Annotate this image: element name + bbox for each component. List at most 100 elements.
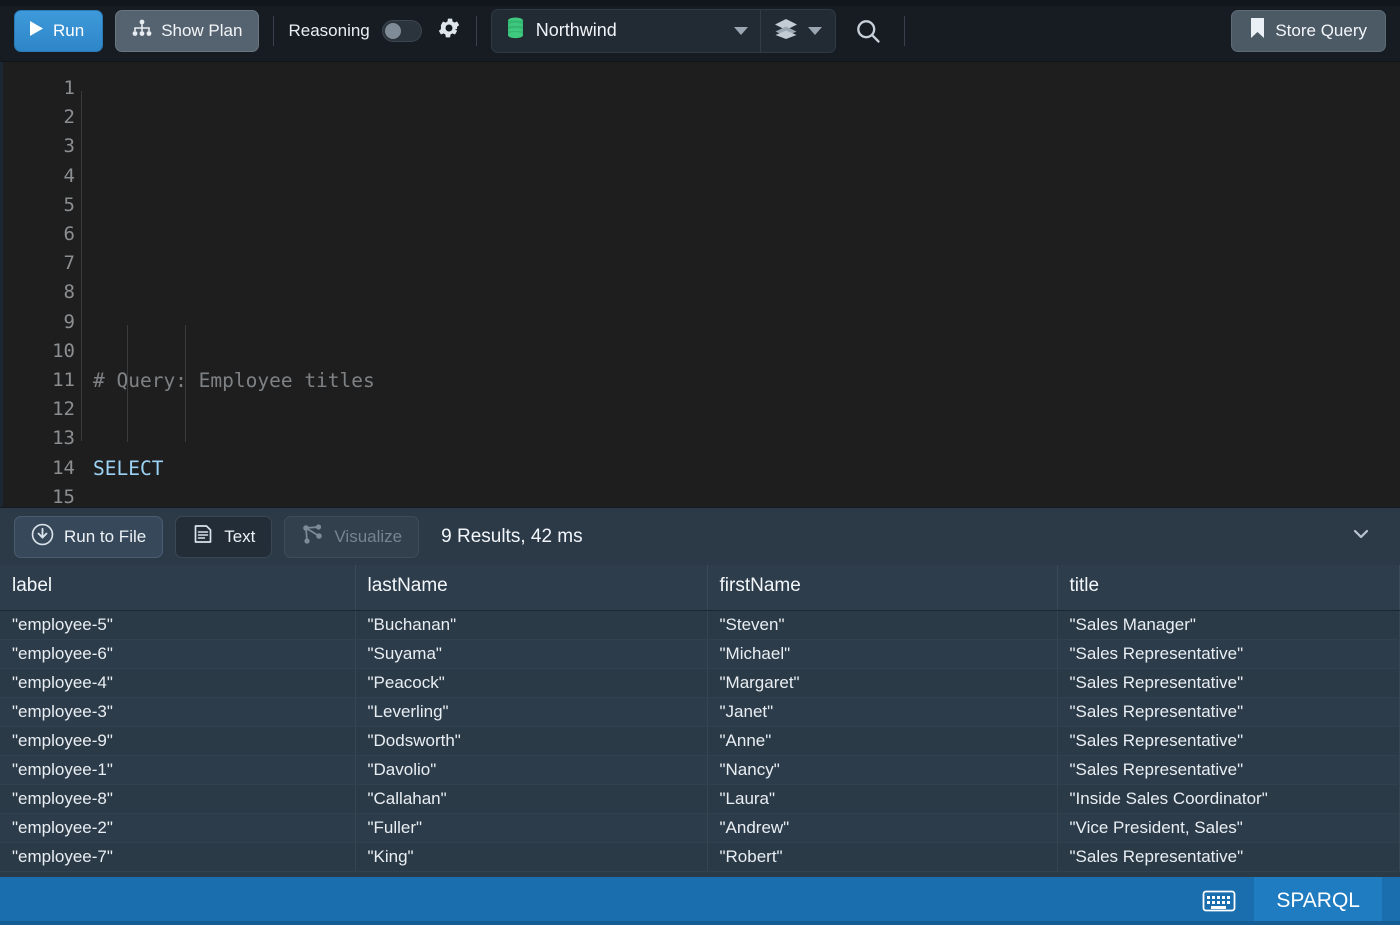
column-header-title[interactable]: title [1057, 565, 1400, 611]
download-circle-icon [31, 523, 54, 551]
editor-code-area[interactable]: # Query: Employee titles SELECT ?label ?… [75, 62, 1400, 507]
table-header-row: label lastName firstName title [0, 565, 1400, 611]
code-comment: # Query: Employee titles [93, 369, 375, 393]
run-button[interactable]: Run [14, 9, 104, 52]
cell-lastname: "Dodsworth" [355, 726, 708, 756]
database-icon [506, 17, 525, 44]
table-row[interactable]: "employee-8" "Callahan" "Laura" "Inside … [0, 784, 1400, 814]
keyboard-icon[interactable] [1202, 888, 1236, 914]
line-number: 1 [63, 77, 75, 99]
toolbar-divider-3 [903, 15, 905, 46]
run-to-file-button[interactable]: Run to File [14, 515, 164, 558]
main-toolbar: Run Show Plan Reasoning Northwind Store … [0, 0, 1400, 62]
cell-firstname: "Laura" [707, 784, 1058, 814]
results-table-body: "employee-5" "Buchanan" "Steven" "Sales … [0, 610, 1400, 872]
cell-label: "employee-2" [0, 813, 356, 843]
search-icon[interactable] [854, 17, 882, 45]
cell-title: "Sales Representative" [1057, 842, 1400, 872]
editor-line-numbers: 1 2 3 4 5 6 7 8 9 10 11 12 13 14 15 [0, 62, 75, 507]
cell-lastname: "Fuller" [355, 813, 708, 843]
document-icon [192, 523, 214, 550]
gear-icon[interactable] [436, 15, 462, 46]
run-button-label: Run [53, 20, 85, 40]
layers-icon [774, 17, 798, 44]
indent-guide [81, 91, 82, 442]
cell-title: "Sales Manager" [1057, 610, 1400, 640]
cell-firstname: "Steven" [707, 610, 1058, 640]
table-row[interactable]: "employee-1" "Davolio" "Nancy" "Sales Re… [0, 755, 1400, 785]
chevron-down-icon[interactable] [1350, 523, 1372, 550]
table-row[interactable]: "employee-5" "Buchanan" "Steven" "Sales … [0, 610, 1400, 640]
visualize-label: Visualize [334, 526, 403, 546]
visualize-button[interactable]: Visualize [284, 515, 420, 558]
cell-label: "employee-6" [0, 639, 356, 669]
line-number: 11 [52, 369, 75, 392]
table-row[interactable]: "employee-2" "Fuller" "Andrew" "Vice Pre… [0, 813, 1400, 843]
cell-lastname: "Suyama" [355, 639, 708, 669]
code-line: SELECT [93, 454, 1400, 483]
cell-lastname: "Buchanan" [355, 610, 708, 640]
cell-label: "employee-7" [0, 842, 356, 872]
line-number: 5 [63, 193, 75, 216]
cell-label: "employee-4" [0, 668, 356, 698]
run-to-file-label: Run to File [64, 526, 147, 546]
cell-label: "employee-1" [0, 755, 356, 785]
sparql-query-app: Run Show Plan Reasoning Northwind Store … [0, 0, 1400, 925]
line-number: 12 [52, 398, 75, 421]
line-number: 2 [63, 106, 75, 129]
table-row[interactable]: "employee-7" "King" "Robert" "Sales Repr… [0, 842, 1400, 872]
graph-nodes-icon [301, 523, 324, 550]
cell-label: "employee-3" [0, 697, 356, 727]
line-number: 10 [52, 339, 75, 362]
language-label: SPARQL [1276, 889, 1360, 912]
cell-firstname: "Andrew" [707, 813, 1058, 843]
layers-dropdown[interactable] [761, 10, 835, 52]
cell-firstname: "Margaret" [707, 668, 1058, 698]
show-plan-button[interactable]: Show Plan [115, 9, 260, 52]
cell-label: "employee-5" [0, 610, 356, 640]
cell-lastname: "Leverling" [355, 697, 708, 727]
cell-label: "employee-9" [0, 726, 356, 756]
plan-tree-icon [132, 19, 152, 42]
code-line: # Query: Employee titles [93, 366, 1400, 395]
text-view-button[interactable]: Text [175, 515, 273, 558]
query-editor[interactable]: 1 2 3 4 5 6 7 8 9 10 11 12 13 14 15 # Qu… [0, 62, 1400, 507]
table-row[interactable]: "employee-3" "Leverling" "Janet" "Sales … [0, 697, 1400, 727]
line-number: 15 [52, 485, 75, 507]
layers-chevron-down-icon [807, 26, 822, 35]
table-row[interactable]: "employee-9" "Dodsworth" "Anne" "Sales R… [0, 726, 1400, 756]
reasoning-toggle-knob [384, 22, 401, 39]
line-number: 14 [52, 456, 75, 479]
text-view-label: Text [224, 526, 256, 546]
line-number: 13 [52, 427, 75, 450]
reasoning-toggle[interactable] [381, 19, 422, 42]
results-table-container[interactable]: label lastName firstName title "employee… [0, 565, 1400, 877]
toolbar-divider-2 [475, 15, 477, 46]
table-row[interactable]: "employee-4" "Peacock" "Margaret" "Sales… [0, 668, 1400, 698]
language-indicator[interactable]: SPARQL [1254, 877, 1382, 925]
line-number: 7 [63, 252, 75, 275]
column-header-lastname[interactable]: lastName [355, 565, 708, 611]
cell-title: "Sales Representative" [1057, 697, 1400, 727]
cell-firstname: "Anne" [707, 726, 1058, 756]
cell-title: "Sales Representative" [1057, 668, 1400, 698]
cell-title: "Inside Sales Coordinator" [1057, 784, 1400, 814]
store-query-label: Store Query [1275, 20, 1367, 40]
line-number: 3 [63, 135, 75, 158]
table-row[interactable]: "employee-6" "Suyama" "Michael" "Sales R… [0, 639, 1400, 669]
cell-firstname: "Robert" [707, 842, 1058, 872]
cell-title: "Vice President, Sales" [1057, 813, 1400, 843]
column-header-label[interactable]: label [0, 565, 356, 611]
cell-firstname: "Michael" [707, 639, 1058, 669]
cell-lastname: "Peacock" [355, 668, 708, 698]
store-query-button[interactable]: Store Query [1231, 9, 1386, 52]
cell-lastname: "Davolio" [355, 755, 708, 785]
bookmark-icon [1250, 17, 1265, 44]
database-dropdown[interactable]: Northwind [492, 10, 760, 52]
reasoning-label: Reasoning [288, 20, 370, 40]
cell-firstname: "Nancy" [707, 755, 1058, 785]
column-header-firstname[interactable]: firstName [707, 565, 1058, 611]
results-table: label lastName firstName title "employee… [0, 565, 1400, 872]
show-plan-label: Show Plan [161, 20, 243, 40]
